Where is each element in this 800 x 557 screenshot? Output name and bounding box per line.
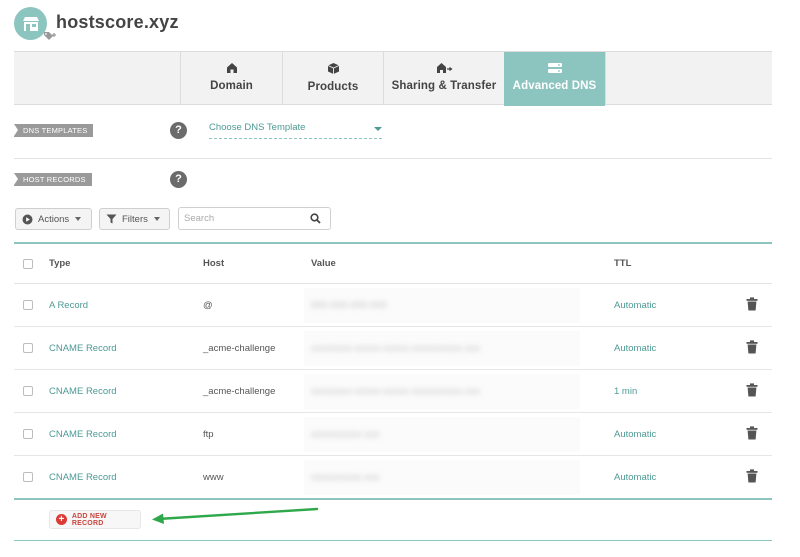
table-row[interactable]: CNAME Record www xxxxxxxxxx.xxx Automati… xyxy=(14,456,772,499)
tab-advanced-dns[interactable]: Advanced DNS xyxy=(504,52,605,106)
record-type[interactable]: CNAME Record xyxy=(49,386,117,397)
server-icon xyxy=(547,63,562,73)
record-value[interactable]: xxxxxxxxxx.xxx xyxy=(311,472,380,483)
record-value[interactable]: xxxxxxxx-xxxxx-xxxxx.xxxxxxxxxx.xxx xyxy=(311,386,480,397)
table-row[interactable]: CNAME Record _acme-challenge xxxxxxxx-xx… xyxy=(14,370,772,413)
host-records-label: HOST RECORDS xyxy=(14,173,92,186)
search-icon[interactable] xyxy=(310,213,321,224)
tab-domain-label: Domain xyxy=(210,80,253,92)
tab-bar-divider xyxy=(605,52,606,105)
search-input[interactable] xyxy=(184,211,302,226)
trash-icon[interactable] xyxy=(746,340,758,354)
table-bottom-rule xyxy=(14,498,772,500)
domain-title: hostscore.xyz xyxy=(56,12,179,32)
trash-icon[interactable] xyxy=(746,426,758,440)
search-box xyxy=(178,207,331,230)
add-new-record-label: ADD NEW RECORD xyxy=(71,512,107,527)
row-checkbox[interactable] xyxy=(23,300,33,310)
record-type[interactable]: A Record xyxy=(49,300,88,311)
dns-templates-help-icon[interactable]: ? xyxy=(170,122,187,139)
row-checkbox[interactable] xyxy=(23,472,33,482)
column-ttl: TTL xyxy=(614,258,632,269)
domain-header: hostscore.xyz xyxy=(14,7,179,47)
record-type[interactable]: CNAME Record xyxy=(49,343,117,354)
trash-icon[interactable] xyxy=(746,297,758,311)
record-ttl[interactable]: Automatic xyxy=(614,472,656,483)
record-host[interactable]: ftp xyxy=(203,429,214,440)
dns-template-select-value: Choose DNS Template xyxy=(209,122,306,133)
tab-products[interactable]: Products xyxy=(282,52,383,105)
tag-add-icon[interactable] xyxy=(43,29,57,47)
table-row[interactable]: CNAME Record _acme-challenge xxxxxxxx-xx… xyxy=(14,327,772,370)
play-circle-icon xyxy=(22,214,33,224)
record-value[interactable]: 000.000.000.000 xyxy=(311,300,387,311)
tab-bar: Domain Products Sharing & Transfer Advan… xyxy=(14,51,772,106)
filter-icon xyxy=(106,214,117,224)
filters-button[interactable]: Filters xyxy=(99,208,170,230)
record-host[interactable]: _acme-challenge xyxy=(203,386,275,397)
dns-template-select[interactable]: Choose DNS Template xyxy=(209,122,382,139)
row-checkbox[interactable] xyxy=(23,429,33,439)
section-divider xyxy=(14,158,772,159)
select-all-checkbox[interactable] xyxy=(23,259,33,269)
house-arrow-icon xyxy=(436,63,452,73)
trash-icon[interactable] xyxy=(746,383,758,397)
record-ttl[interactable]: Automatic xyxy=(614,300,656,311)
row-checkbox[interactable] xyxy=(23,343,33,353)
tab-sharing-label: Sharing & Transfer xyxy=(391,80,497,92)
tab-sharing-transfer[interactable]: Sharing & Transfer xyxy=(383,52,504,105)
record-type[interactable]: CNAME Record xyxy=(49,472,117,483)
record-value[interactable]: xxxxxxxxxx.xxx xyxy=(311,429,380,440)
record-host[interactable]: @ xyxy=(203,300,213,311)
table-row[interactable]: A Record @ 000.000.000.000 Automatic xyxy=(14,284,772,327)
filters-label: Filters xyxy=(122,213,148,225)
box-icon xyxy=(327,63,339,74)
actions-label: Actions xyxy=(38,213,70,225)
chevron-down-icon xyxy=(75,217,82,221)
actions-button[interactable]: Actions xyxy=(15,208,92,230)
column-type: Type xyxy=(49,258,71,269)
add-new-record-button[interactable]: + ADD NEW RECORD xyxy=(49,510,141,529)
page-bottom-rule xyxy=(14,540,772,541)
record-value[interactable]: xxxxxxxx-xxxxx-xxxxx.xxxxxxxxxx.xxx xyxy=(311,343,480,354)
plus-circle-icon: + xyxy=(56,514,67,525)
record-host[interactable]: www xyxy=(203,472,224,483)
record-type[interactable]: CNAME Record xyxy=(49,429,117,440)
home-icon xyxy=(226,63,237,73)
tab-domain[interactable]: Domain xyxy=(180,52,282,105)
record-ttl[interactable]: Automatic xyxy=(614,343,656,354)
arrow-annotation-icon xyxy=(152,507,319,524)
host-records-help-icon[interactable]: ? xyxy=(170,171,187,188)
column-host: Host xyxy=(203,258,225,269)
table-row[interactable]: CNAME Record ftp xxxxxxxxxx.xxx Automati… xyxy=(14,413,772,456)
tab-products-label: Products xyxy=(307,81,359,93)
table-header: Type Host Value TTL xyxy=(14,244,772,284)
column-value: Value xyxy=(311,258,336,269)
record-ttl[interactable]: 1 min xyxy=(614,386,637,397)
chevron-down-icon xyxy=(374,127,382,131)
row-checkbox[interactable] xyxy=(23,386,33,396)
record-host[interactable]: _acme-challenge xyxy=(203,343,275,354)
record-ttl[interactable]: Automatic xyxy=(614,429,656,440)
trash-icon[interactable] xyxy=(746,469,758,483)
tab-advanced-dns-label: Advanced DNS xyxy=(512,80,597,92)
dns-templates-label: DNS TEMPLATES xyxy=(14,124,94,137)
chevron-down-icon xyxy=(153,217,160,221)
